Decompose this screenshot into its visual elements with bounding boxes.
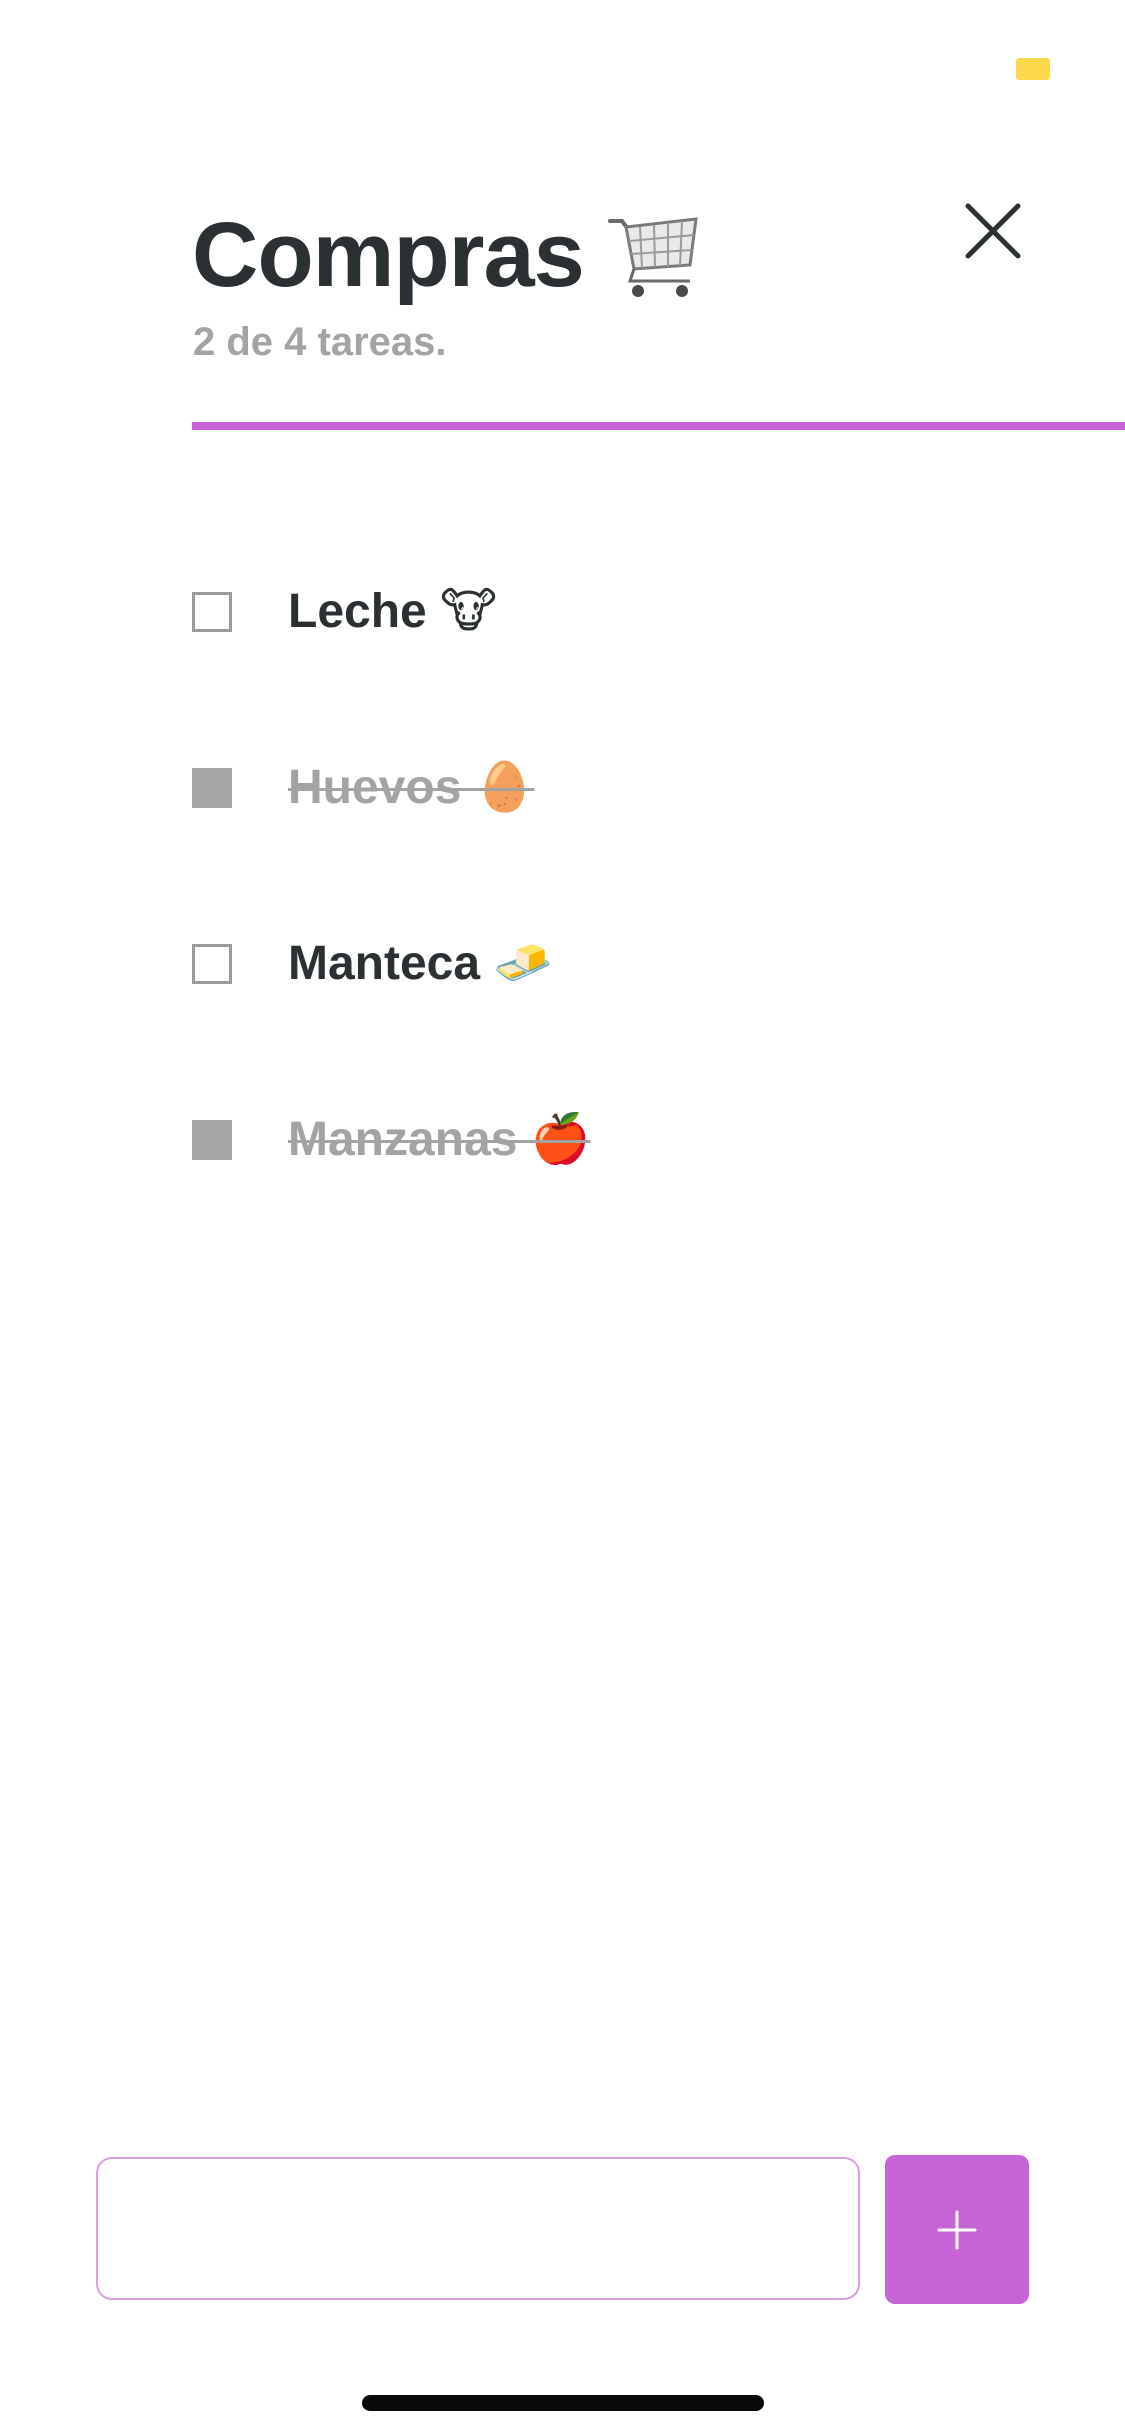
close-icon <box>965 203 1021 259</box>
status-indicator <box>1016 58 1050 80</box>
shopping-cart-icon <box>606 207 702 303</box>
title-row: Compras <box>192 200 702 310</box>
task-label: Leche 🐮 <box>288 585 497 638</box>
task-label: Manzanas 🍎 <box>288 1113 591 1166</box>
add-task-button[interactable] <box>885 2155 1029 2304</box>
task-item[interactable]: Manzanas 🍎 <box>192 1098 1092 1274</box>
home-indicator <box>362 2395 764 2411</box>
task-item[interactable]: Manteca 🧈 <box>192 922 1092 1098</box>
task-checkbox[interactable] <box>192 944 232 984</box>
new-task-input[interactable] <box>96 2157 860 2300</box>
task-checkbox[interactable] <box>192 768 232 808</box>
task-item[interactable]: Huevos 🥚 <box>192 746 1092 922</box>
task-count-subtitle: 2 de 4 tareas. <box>193 320 447 364</box>
task-item[interactable]: Leche 🐮 <box>192 570 1092 746</box>
plus-icon <box>937 2210 977 2249</box>
task-label: Manteca 🧈 <box>288 937 554 990</box>
progress-bar-fill <box>192 422 1125 430</box>
task-label: Huevos 🥚 <box>288 761 535 814</box>
screen: Compras 2 de 4 tareas. Leche 🐮 Huevos 🥚 … <box>0 0 1125 2436</box>
progress-bar <box>192 422 1125 430</box>
task-checkbox[interactable] <box>192 1120 232 1160</box>
task-checkbox[interactable] <box>192 592 232 632</box>
close-button[interactable] <box>962 200 1024 262</box>
task-list: Leche 🐮 Huevos 🥚 Manteca 🧈 Manzanas 🍎 <box>192 570 1092 1274</box>
page-title: Compras <box>192 204 585 306</box>
